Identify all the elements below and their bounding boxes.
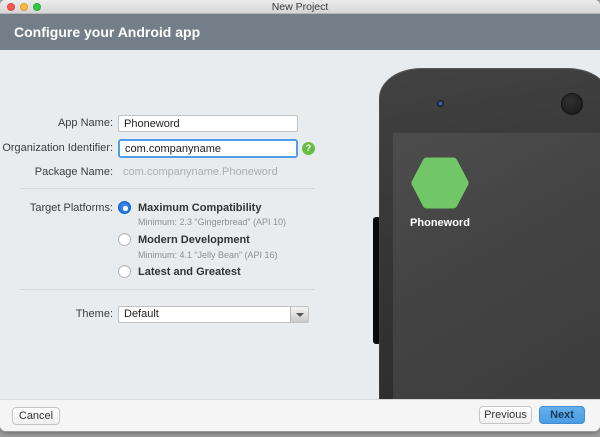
radio-latest-and-greatest-label[interactable]: Latest and Greatest — [138, 265, 241, 279]
next-button[interactable]: Next — [539, 406, 585, 424]
organization-identifier-label: Organization Identifier: — [0, 140, 113, 157]
theme-dropdown[interactable]: Default — [118, 306, 309, 323]
organization-identifier-input[interactable] — [118, 139, 298, 158]
theme-dropdown-value: Default — [124, 307, 159, 322]
titlebar[interactable]: New Project — [0, 0, 600, 14]
cancel-button[interactable]: Cancel — [12, 407, 60, 425]
chevron-down-icon[interactable] — [290, 307, 308, 322]
separator — [20, 188, 315, 189]
separator — [20, 289, 315, 290]
previous-button[interactable]: Previous — [479, 406, 532, 424]
wizard-header: Configure your Android app — [0, 14, 600, 50]
app-preview-label: Phoneword — [393, 217, 487, 229]
phone-preview: Phoneword — [379, 68, 600, 399]
radio-modern-development[interactable] — [118, 233, 131, 246]
radio-modern-development-subtitle: Minimum: 4.1 “Jelly Bean” (API 16) — [138, 250, 278, 261]
target-platforms-label: Target Platforms: — [0, 201, 113, 215]
radio-modern-development-label[interactable]: Modern Development — [138, 233, 250, 247]
radio-latest-and-greatest[interactable] — [118, 265, 131, 278]
app-name-label: App Name: — [0, 115, 113, 132]
new-project-window: New Project Configure your Android app P… — [0, 0, 600, 431]
page-title: Configure your Android app — [14, 14, 200, 50]
package-name-label: Package Name: — [0, 165, 113, 180]
window-title: New Project — [0, 0, 600, 14]
package-name-value: com.companyname.Phoneword — [123, 165, 278, 180]
phone-speaker-icon — [561, 93, 583, 115]
content-area: Phoneword App Name: Organization Identif… — [0, 50, 600, 399]
radio-maximum-compatibility[interactable] — [118, 201, 131, 214]
radio-maximum-compatibility-subtitle: Minimum: 2.3 “Gingerbread” (API 10) — [138, 217, 286, 228]
radio-maximum-compatibility-label[interactable]: Maximum Compatibility — [138, 201, 261, 215]
app-name-input[interactable] — [118, 115, 298, 132]
phone-screen: Phoneword — [393, 133, 600, 399]
phone-camera-icon — [437, 100, 444, 107]
theme-label: Theme: — [0, 306, 113, 323]
app-hexagon-icon — [411, 157, 469, 209]
footer-bar: Cancel Previous Next — [0, 399, 600, 431]
help-icon[interactable]: ? — [302, 142, 315, 155]
